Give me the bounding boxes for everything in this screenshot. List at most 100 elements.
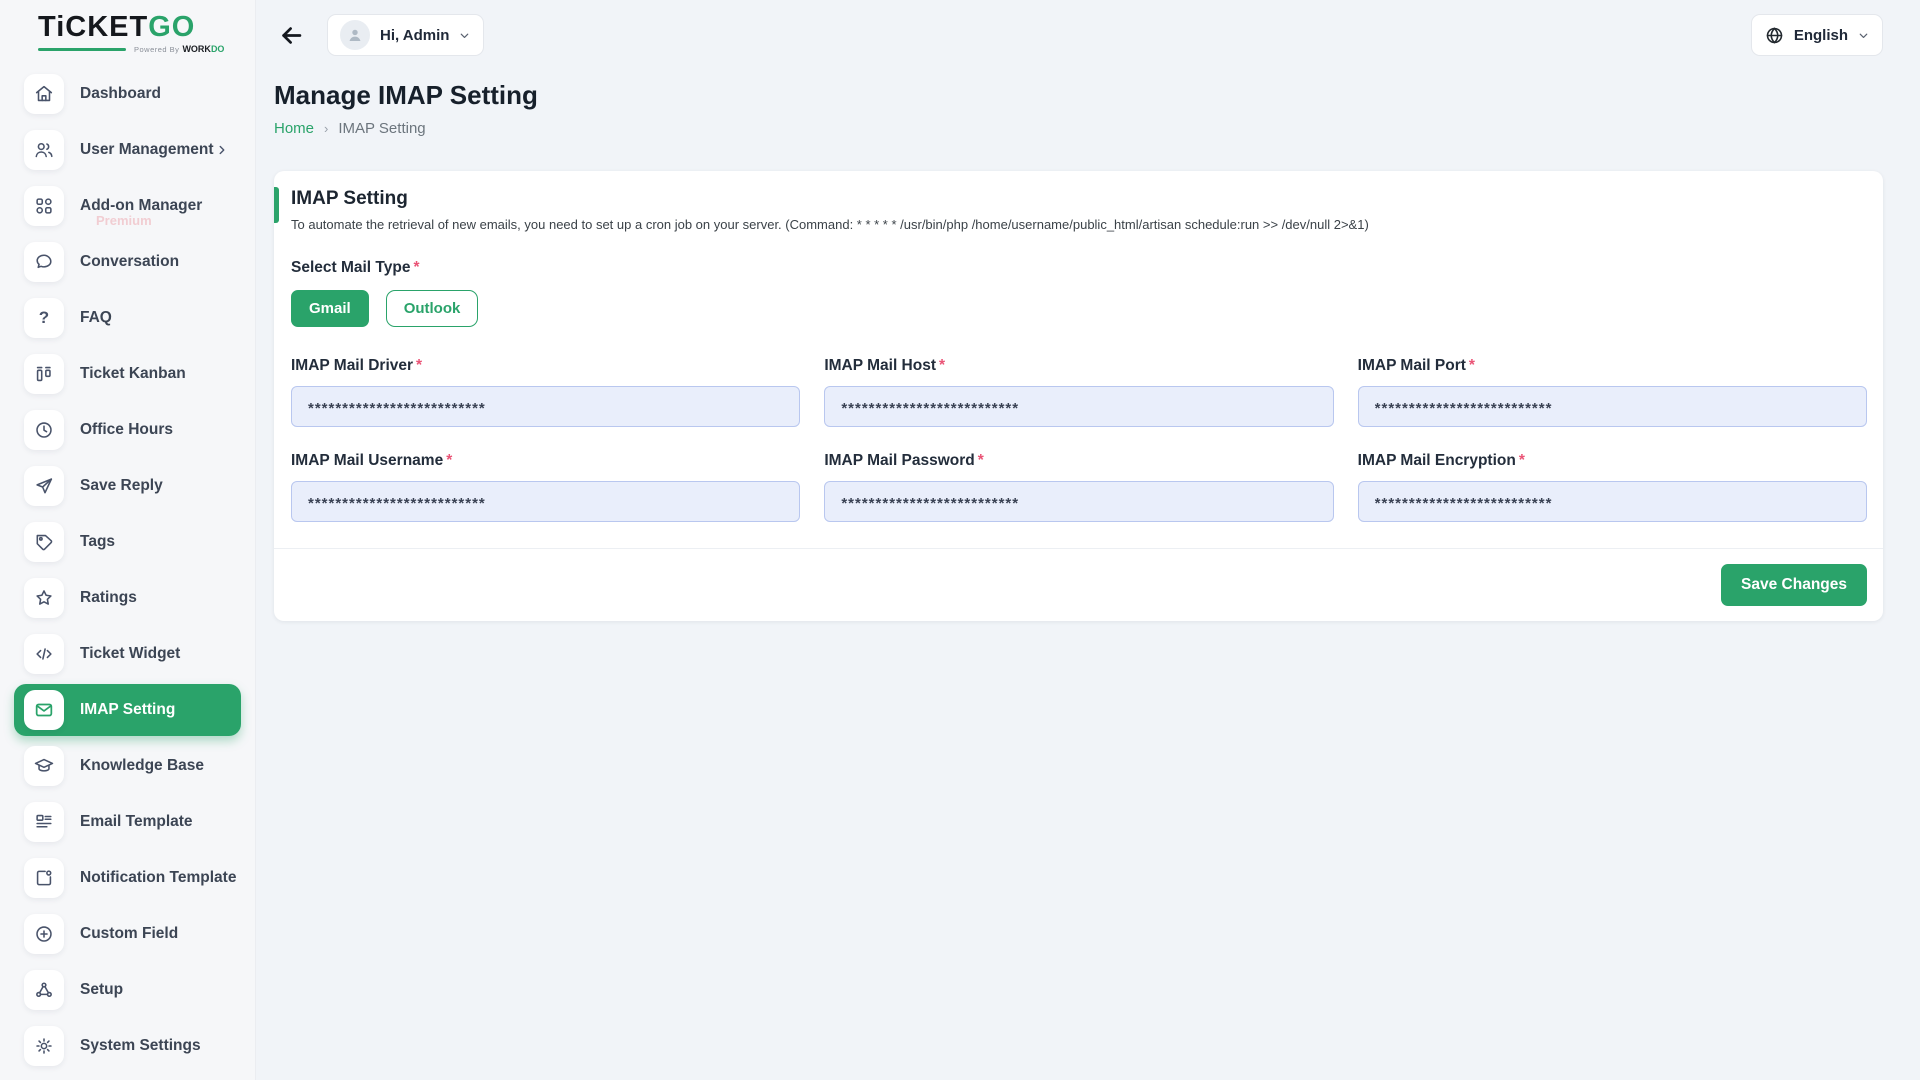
sidebar-item-label: Conversation: [80, 253, 179, 271]
nodes-icon: [24, 970, 64, 1010]
breadcrumb: Home › IMAP Setting: [274, 120, 1883, 137]
sidebar-item-knowledge-base[interactable]: Knowledge Base: [14, 746, 241, 786]
sidebar-item-tags[interactable]: Tags: [14, 522, 241, 562]
field-label-text: IMAP Mail Driver: [291, 357, 413, 374]
sidebar-item-ticket-widget[interactable]: Ticket Widget: [14, 634, 241, 674]
mail-type-label-text: Select Mail Type: [291, 259, 410, 276]
mail-icon: [24, 690, 64, 730]
workdo-label-green: DO: [211, 44, 225, 54]
sidebar-item-email-template[interactable]: Email Template: [14, 802, 241, 842]
breadcrumb-separator: ›: [324, 121, 328, 136]
brand-logo[interactable]: TiCKETGO Powered By WORKDO: [0, 0, 255, 60]
imap-mail-password-input[interactable]: [824, 481, 1333, 522]
sidebar-item-label: System Settings: [80, 1037, 201, 1055]
sidebar-item-notification-template[interactable]: Notification Template: [14, 858, 241, 898]
sidebar-item-imap-setting[interactable]: IMAP Setting: [14, 684, 241, 736]
globe-icon: [1764, 25, 1785, 46]
language-selector[interactable]: English: [1751, 14, 1883, 56]
sidebar-item-label: Save Reply: [80, 477, 163, 495]
required-asterisk: *: [416, 357, 422, 374]
sidebar-item-office-hours[interactable]: Office Hours: [14, 410, 241, 450]
field-label: IMAP Mail Driver*: [291, 357, 800, 375]
sidebar-item-label: Notification Template: [80, 869, 236, 887]
sidebar-item-label: Custom Field: [80, 925, 178, 943]
outlook-button[interactable]: Outlook: [386, 290, 479, 327]
topbar: Hi, Admin English: [274, 14, 1883, 56]
sidebar-item-setup[interactable]: Setup: [14, 970, 241, 1010]
question-icon: ?: [24, 298, 64, 338]
imap-mail-driver-field: IMAP Mail Driver*: [291, 357, 800, 427]
graduation-cap-icon: [24, 746, 64, 786]
sidebar-item-custom-field[interactable]: Custom Field: [14, 914, 241, 954]
imap-setting-card: IMAP Setting To automate the retrieval o…: [274, 171, 1883, 621]
card-title: IMAP Setting: [291, 188, 1867, 210]
save-changes-button[interactable]: Save Changes: [1721, 564, 1867, 606]
clock-icon: [24, 410, 64, 450]
card-subtitle: To automate the retrieval of new emails,…: [291, 217, 1867, 232]
imap-mail-encryption-input[interactable]: [1358, 481, 1867, 522]
star-icon: [24, 578, 64, 618]
kanban-icon: [24, 354, 64, 394]
chevron-right-icon: [215, 143, 229, 157]
back-button[interactable]: [274, 18, 309, 53]
sidebar-item-save-reply[interactable]: Save Reply: [14, 466, 241, 506]
imap-mail-host-input[interactable]: [824, 386, 1333, 427]
required-asterisk: *: [1469, 357, 1475, 374]
imap-mail-username-input[interactable]: [291, 481, 800, 522]
field-label-text: IMAP Mail Port: [1358, 357, 1466, 374]
sidebar-item-label: FAQ: [80, 309, 112, 327]
arrow-left-icon: [278, 22, 305, 49]
field-label: IMAP Mail Password*: [824, 452, 1333, 470]
main-content: Hi, Admin English Manage IMAP Setting Ho…: [256, 0, 1920, 1080]
required-asterisk: *: [1519, 452, 1525, 469]
field-label-text: IMAP Mail Password: [824, 452, 974, 469]
user-menu[interactable]: Hi, Admin: [327, 14, 484, 56]
language-label: English: [1794, 27, 1848, 44]
gmail-button[interactable]: Gmail: [291, 290, 369, 327]
home-icon: [24, 74, 64, 114]
sidebar-item-addon-manager[interactable]: Add-on Manager Premium: [14, 186, 241, 226]
sidebar-item-label: Ticket Widget: [80, 645, 180, 663]
sidebar-item-label: Dashboard: [80, 85, 161, 103]
field-label: IMAP Mail Host*: [824, 357, 1333, 375]
avatar: [340, 20, 370, 50]
imap-mail-port-field: IMAP Mail Port*: [1358, 357, 1867, 427]
sidebar-item-user-management[interactable]: User Management: [14, 130, 241, 170]
field-label: IMAP Mail Port*: [1358, 357, 1867, 375]
paper-plane-icon: [24, 466, 64, 506]
imap-mail-password-field: IMAP Mail Password*: [824, 452, 1333, 522]
user-menu-label: Hi, Admin: [380, 27, 449, 44]
sidebar-item-label: Ratings: [80, 589, 137, 607]
sidebar-item-faq[interactable]: ? FAQ: [14, 298, 241, 338]
sidebar-item-ticket-kanban[interactable]: Ticket Kanban: [14, 354, 241, 394]
sidebar-item-ratings[interactable]: Ratings: [14, 578, 241, 618]
card-header: IMAP Setting To automate the retrieval o…: [274, 171, 1883, 245]
field-label-text: IMAP Mail Encryption: [1358, 452, 1516, 469]
chevron-down-icon: [458, 29, 471, 42]
sidebar-item-label: Tags: [80, 533, 115, 551]
page-title: Manage IMAP Setting: [274, 80, 1883, 111]
imap-mail-port-input[interactable]: [1358, 386, 1867, 427]
field-label: IMAP Mail Username*: [291, 452, 800, 470]
sidebar-item-system-settings[interactable]: System Settings: [14, 1026, 241, 1066]
breadcrumb-current: IMAP Setting: [338, 120, 425, 137]
breadcrumb-home-link[interactable]: Home: [274, 120, 314, 137]
field-label-text: IMAP Mail Username: [291, 452, 443, 469]
brand-underline: [38, 48, 126, 51]
workdo-label-black: WORK: [182, 44, 211, 54]
sidebar-item-conversation[interactable]: Conversation: [14, 242, 241, 282]
required-asterisk: *: [413, 259, 419, 276]
field-label-text: IMAP Mail Host: [824, 357, 936, 374]
required-asterisk: *: [446, 452, 452, 469]
mail-type-options: Gmail Outlook: [291, 290, 1867, 327]
code-icon: [24, 634, 64, 674]
brand-name-green: GO: [148, 11, 195, 43]
imap-mail-encryption-field: IMAP Mail Encryption*: [1358, 452, 1867, 522]
card-footer: Save Changes: [274, 548, 1883, 621]
imap-mail-driver-input[interactable]: [291, 386, 800, 427]
plus-circle-icon: [24, 914, 64, 954]
required-asterisk: *: [939, 357, 945, 374]
sidebar-item-dashboard[interactable]: Dashboard: [14, 74, 241, 114]
sidebar-nav: Dashboard User Management Add-on Manager…: [0, 74, 255, 1066]
imap-mail-username-field: IMAP Mail Username*: [291, 452, 800, 522]
